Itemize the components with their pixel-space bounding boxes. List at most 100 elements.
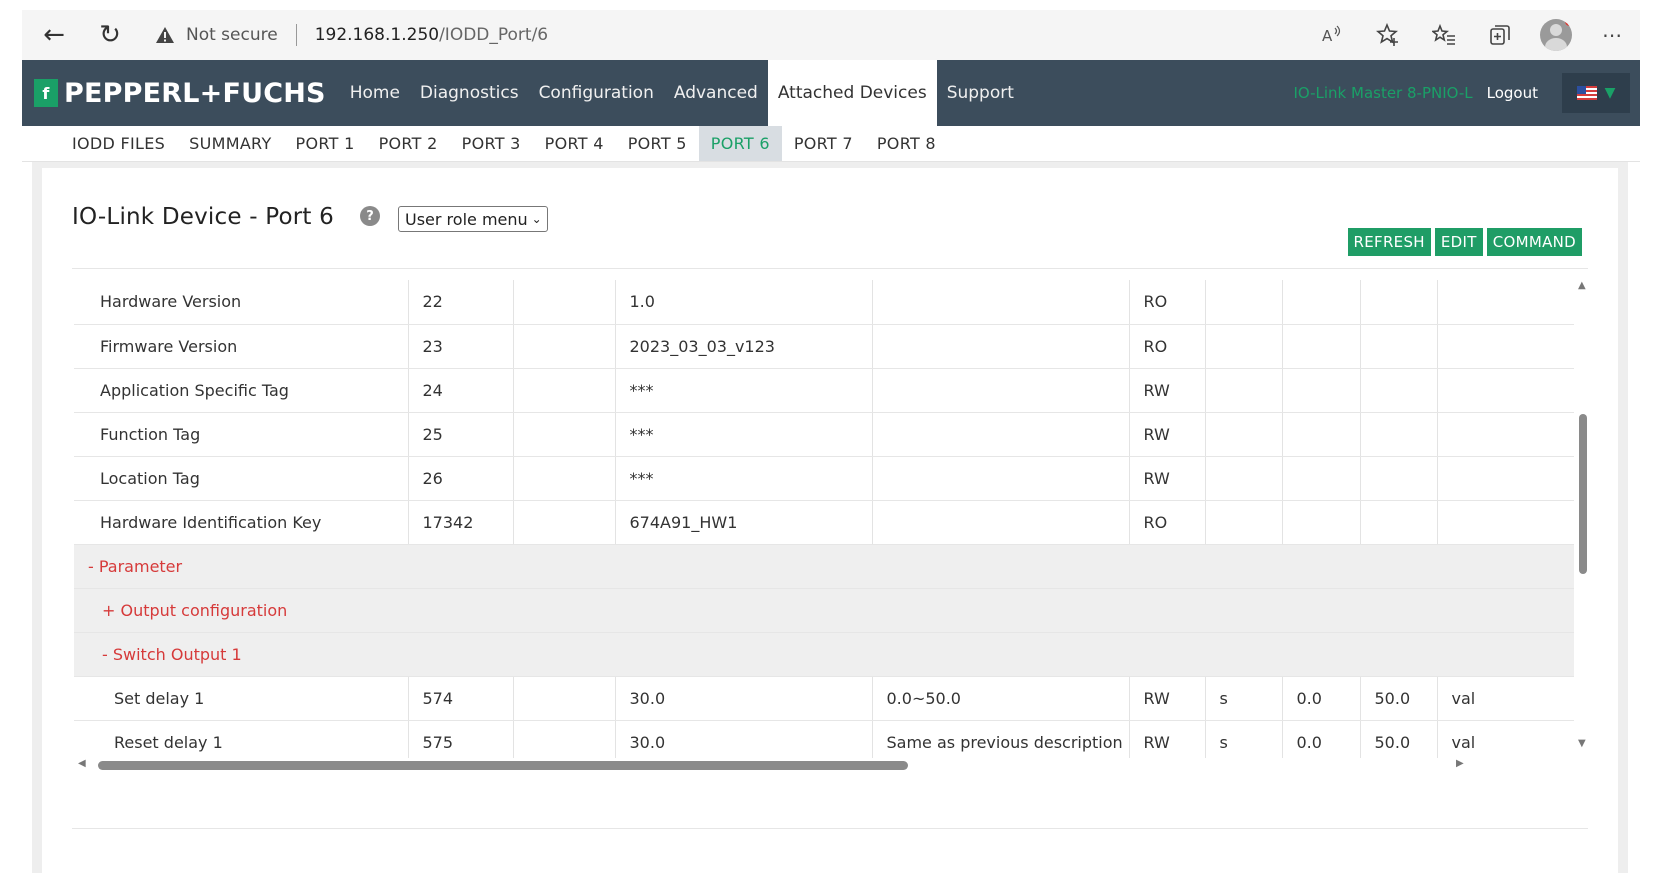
- param-value-cell: 2023_03_03_v123: [615, 324, 873, 369]
- subnav-port-1[interactable]: PORT 1: [284, 126, 367, 161]
- group-row: - Parameter: [74, 544, 1574, 589]
- param-access-cell: RW: [1129, 720, 1206, 758]
- device-name: IO-Link Master 8-PNIO-L: [1293, 84, 1473, 102]
- command-button[interactable]: COMMAND: [1486, 228, 1582, 256]
- edit-button[interactable]: EDIT: [1434, 228, 1483, 256]
- avatar: [1540, 19, 1572, 51]
- nav-advanced[interactable]: Advanced: [664, 60, 768, 126]
- param-subindex-cell: [513, 324, 616, 369]
- param-value-cell[interactable]: 30.0: [615, 676, 873, 721]
- param-subindex-cell: [513, 368, 616, 413]
- logout-link[interactable]: Logout: [1487, 84, 1538, 102]
- subnav-port-2[interactable]: PORT 2: [367, 126, 450, 161]
- param-value-cell: 674A91_HW1: [615, 500, 873, 545]
- param-value-cell[interactable]: ***: [615, 368, 873, 413]
- table-row: Reset delay 1 575 30.0 Same as previous des…: [74, 720, 1574, 758]
- subnav-port-6[interactable]: PORT 6: [698, 126, 782, 161]
- param-min-cell: [1282, 324, 1361, 369]
- param-index-cell: 575: [408, 720, 514, 758]
- notification-dot-icon: [1565, 19, 1572, 26]
- nav-configuration[interactable]: Configuration: [529, 60, 664, 126]
- url-host: 192.168.1.250: [314, 25, 440, 45]
- address-bar[interactable]: Not secure 192.168.1.250/IODD_Port/6: [154, 15, 1304, 55]
- param-unit-cell: [1205, 368, 1283, 413]
- param-range-cell: 0.0~50.0: [872, 676, 1130, 721]
- group-row: + Output configuration: [74, 588, 1574, 633]
- param-name-cell: Application Specific Tag: [74, 368, 409, 413]
- param-max-cell: [1360, 368, 1438, 413]
- user-role-select[interactable]: User role menu ⌄: [398, 206, 548, 232]
- url-path: /IODD_Port/6: [439, 25, 549, 45]
- param-min-cell: [1282, 368, 1361, 413]
- scroll-down-arrow-icon[interactable]: ▼: [1578, 738, 1586, 749]
- scroll-up-arrow-icon[interactable]: ▲: [1578, 280, 1586, 291]
- subnav-iodd-files[interactable]: IODD FILES: [60, 126, 177, 161]
- param-access-cell: RO: [1129, 280, 1206, 325]
- param-max-cell: [1360, 500, 1438, 545]
- vertical-scrollbar[interactable]: ▲ ▼: [1576, 280, 1590, 752]
- profile-avatar[interactable]: [1538, 17, 1574, 53]
- param-access-cell: RW: [1129, 676, 1206, 721]
- nav-home[interactable]: Home: [340, 60, 410, 126]
- param-max-cell: [1360, 324, 1438, 369]
- browser-actions: A ⋯: [1314, 15, 1630, 55]
- param-unit-cell: [1205, 500, 1283, 545]
- param-value-cell[interactable]: ***: [615, 456, 873, 501]
- param-name-cell: Hardware Identification Key: [74, 500, 409, 545]
- subnav-port-3[interactable]: PORT 3: [450, 126, 533, 161]
- nav-diagnostics[interactable]: Diagnostics: [410, 60, 529, 126]
- action-buttons: REFRESH EDIT COMMAND: [1347, 228, 1582, 256]
- param-range-cell: [872, 456, 1130, 501]
- param-max-cell: [1360, 280, 1438, 325]
- param-extra-cell: val: [1437, 720, 1574, 758]
- param-range-cell: Same as previous description: [872, 720, 1130, 758]
- nav-attached-devices[interactable]: Attached Devices: [767, 60, 937, 126]
- favorites-list-icon[interactable]: [1426, 17, 1462, 53]
- param-min-cell: 0.0: [1282, 676, 1361, 721]
- read-aloud-icon[interactable]: A: [1314, 17, 1350, 53]
- table-row: Application Specific Tag 24 *** RW: [74, 368, 1574, 413]
- nav-support[interactable]: Support: [937, 60, 1024, 126]
- port-subnav: IODD FILES SUMMARY PORT 1 PORT 2 PORT 3 …: [22, 126, 1640, 162]
- horizontal-scrollbar[interactable]: ◀ ▶: [78, 758, 1588, 772]
- param-subindex-cell: [513, 456, 616, 501]
- collections-icon[interactable]: [1482, 17, 1518, 53]
- subnav-port-5[interactable]: PORT 5: [616, 126, 699, 161]
- param-range-cell: [872, 368, 1130, 413]
- scroll-left-arrow-icon[interactable]: ◀: [78, 758, 86, 769]
- group-toggle[interactable]: + Output configuration: [74, 588, 1574, 633]
- refresh-button[interactable]: REFRESH: [1347, 228, 1431, 256]
- vertical-scroll-thumb[interactable]: [1579, 414, 1587, 574]
- language-selector[interactable]: ▼: [1562, 73, 1630, 113]
- horizontal-scroll-thumb[interactable]: [98, 761, 908, 770]
- main-nav: Home Diagnostics Configuration Advanced …: [340, 60, 1024, 126]
- subnav-port-7[interactable]: PORT 7: [782, 126, 865, 161]
- subnav-port-8[interactable]: PORT 8: [865, 126, 948, 161]
- favorite-star-add-icon[interactable]: [1370, 17, 1406, 53]
- param-name-cell: Reset delay 1: [74, 720, 409, 758]
- param-index-cell: 24: [408, 368, 514, 413]
- brand-logo[interactable]: f PEPPERL+FUCHS: [34, 78, 326, 109]
- back-arrow-icon[interactable]: ←: [34, 15, 74, 55]
- param-value-cell: 1.0: [615, 280, 873, 325]
- help-icon[interactable]: ?: [360, 206, 380, 226]
- param-extra-cell: val: [1437, 676, 1574, 721]
- subnav-port-4[interactable]: PORT 4: [533, 126, 616, 161]
- scroll-right-arrow-icon[interactable]: ▶: [1456, 758, 1464, 769]
- more-options-icon[interactable]: ⋯: [1594, 17, 1630, 53]
- reload-icon[interactable]: ↻: [90, 15, 130, 55]
- param-access-cell: RW: [1129, 368, 1206, 413]
- param-value-cell[interactable]: ***: [615, 412, 873, 457]
- group-toggle[interactable]: - Parameter: [74, 544, 1574, 589]
- app-header: f PEPPERL+FUCHS Home Diagnostics Configu…: [22, 60, 1640, 126]
- group-toggle[interactable]: - Switch Output 1: [74, 632, 1574, 677]
- not-secure-label: Not secure: [186, 25, 278, 45]
- param-value-cell[interactable]: 30.0: [615, 720, 873, 758]
- param-index-cell: 23: [408, 324, 514, 369]
- param-min-cell: [1282, 456, 1361, 501]
- param-min-cell: [1282, 500, 1361, 545]
- subnav-summary[interactable]: SUMMARY: [177, 126, 283, 161]
- param-range-cell: [872, 412, 1130, 457]
- param-index-cell: 22: [408, 280, 514, 325]
- param-extra-cell: [1437, 368, 1574, 413]
